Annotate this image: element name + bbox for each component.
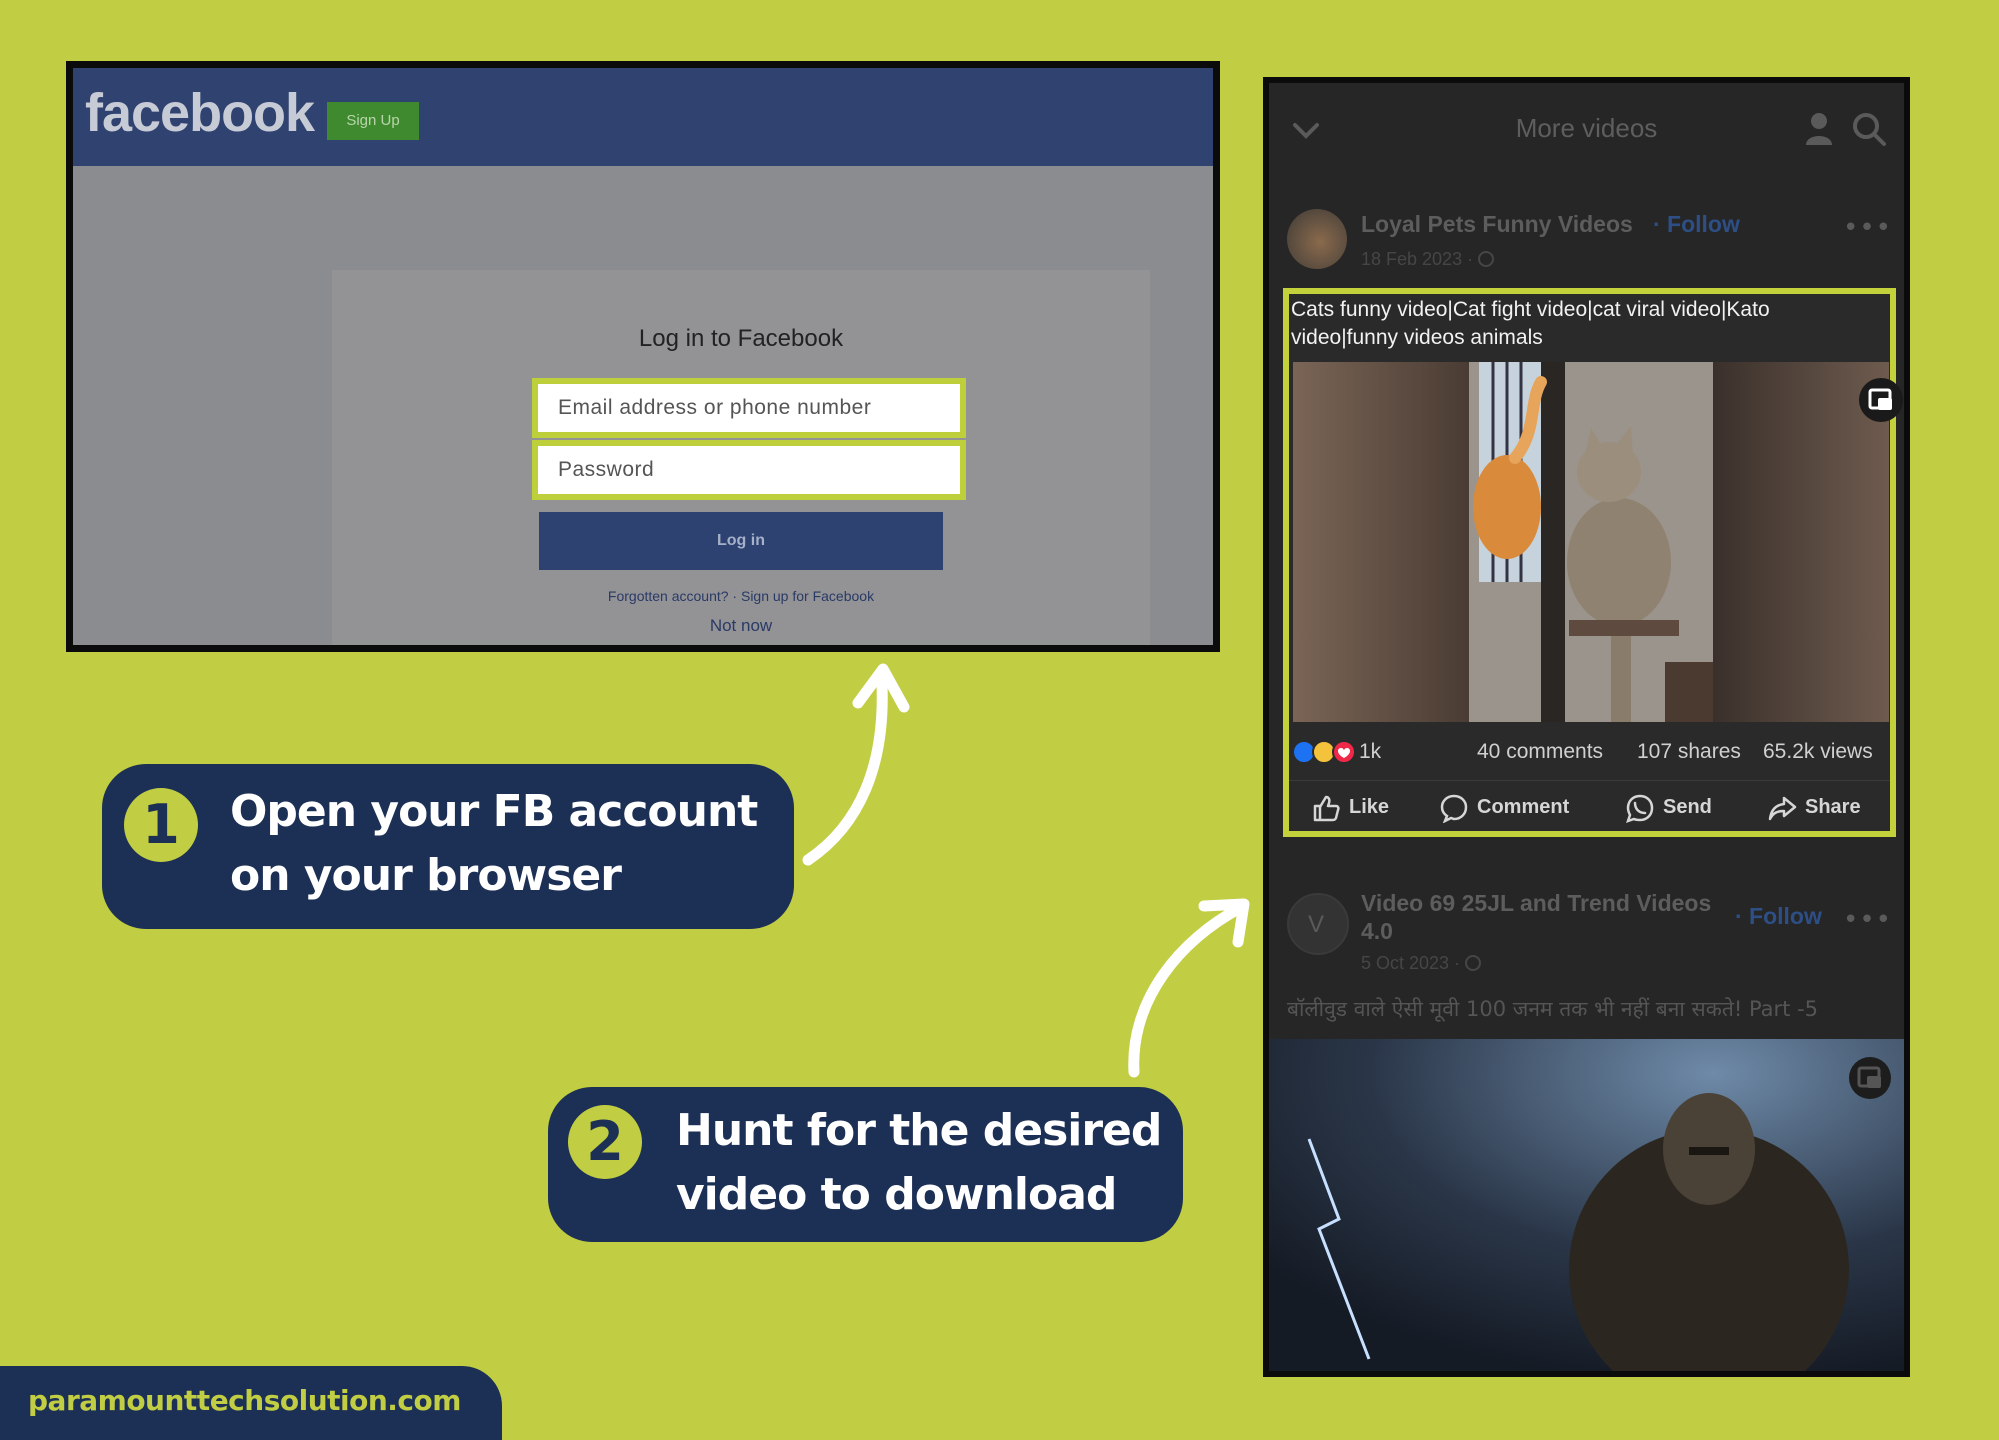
brand-site-url[interactable]: paramounttechsolution.com: [28, 1384, 461, 1417]
login-button[interactable]: Log in: [539, 512, 943, 570]
video-caption-line-1: Cats funny video|Cat fight video|cat vir…: [1291, 298, 1770, 321]
comment-label: Comment: [1477, 796, 1570, 818]
send-label: Send: [1663, 796, 1712, 818]
views-count: 65.2k views: [1763, 740, 1873, 763]
facebook-video-feed-screenshot: More videos Loyal Pets Funny Videos · Fo…: [1263, 77, 1910, 1377]
globe-icon: [1465, 955, 1482, 971]
like-button[interactable]: Like: [1311, 793, 1421, 823]
comment-bubble-icon: [1440, 794, 1468, 824]
login-card: Log in to Facebook Email address or phon…: [332, 270, 1150, 645]
facebook-header-bar: facebook Sign Up: [73, 68, 1213, 166]
post-2-date-text: 5 Oct 2023 ·: [1361, 953, 1466, 973]
post-1-page-name[interactable]: Loyal Pets Funny Videos: [1361, 211, 1633, 238]
post-2-page-name-line-1: Video 69 25JL and Trend Videos: [1361, 890, 1712, 916]
send-button[interactable]: Send: [1625, 793, 1735, 823]
post-2-caption: बॉलीवुड वाले ऐसी मूवी 100 जनम तक भी नहीं…: [1287, 997, 1819, 1021]
password-field[interactable]: Password: [532, 440, 966, 500]
email-field[interactable]: Email address or phone number: [532, 378, 966, 438]
shares-count[interactable]: 107 shares: [1637, 740, 1741, 764]
step-1-line-2: on your browser: [230, 850, 622, 901]
step-2-line-1: Hunt for the desired: [676, 1105, 1162, 1156]
facebook-login-screenshot: facebook Sign Up Log in to Facebook Emai…: [66, 61, 1220, 652]
avatar-letter: V: [1308, 911, 1325, 938]
comments-count[interactable]: 40 comments: [1477, 740, 1603, 764]
login-help-links[interactable]: Forgotten account? · Sign up for Faceboo…: [332, 588, 1150, 604]
person-icon[interactable]: [1803, 111, 1835, 147]
brand-footer: paramounttechsolution.com: [0, 1366, 502, 1440]
reaction-row: 1k 40 comments 107 shares 65.2k views: [1289, 734, 1890, 772]
post-2-page-name[interactable]: Video 69 25JL and Trend Videos 4.0: [1361, 889, 1711, 945]
facebook-logo: facebook: [85, 83, 315, 143]
avatar[interactable]: [1287, 209, 1347, 269]
post-2-page-name-line-2: 4.0: [1361, 918, 1393, 944]
not-now-link[interactable]: Not now: [332, 616, 1150, 636]
warrior-video-thumbnail[interactable]: [1269, 1039, 1904, 1377]
picture-in-picture-icon[interactable]: [1849, 1057, 1891, 1099]
highlighted-video-post[interactable]: Cats funny video|Cat fight video|cat vir…: [1283, 288, 1903, 837]
picture-in-picture-icon[interactable]: [1859, 378, 1903, 422]
like-label: Like: [1349, 796, 1390, 818]
comment-button[interactable]: Comment: [1439, 793, 1589, 824]
whatsapp-icon: [1626, 794, 1654, 823]
feed-header: More videos: [1269, 83, 1904, 178]
video-caption: Cats funny video|Cat fight video|cat vir…: [1289, 296, 1890, 352]
signup-button[interactable]: Sign Up: [327, 102, 419, 140]
post-2-header: V Video 69 25JL and Trend Videos 4.0 · F…: [1269, 883, 1904, 993]
post-2-date: 5 Oct 2023 ·: [1361, 953, 1482, 974]
video-caption-line-2: video|funny videos animals: [1291, 326, 1543, 349]
step-1-callout: 1 Open your FB account on your browser: [102, 764, 794, 929]
share-button[interactable]: Share: [1767, 793, 1887, 823]
arrow-up-icon: [802, 663, 910, 866]
step-2-line-2: video to download: [676, 1169, 1117, 1220]
step-2-text: Hunt for the desired video to download: [676, 1099, 1162, 1227]
post-1-date: 18 Feb 2023 ·: [1361, 249, 1495, 270]
post-action-row: Like Comment Send Share: [1289, 780, 1890, 832]
avatar[interactable]: V: [1287, 893, 1349, 955]
thumbs-up-icon: [1313, 795, 1340, 822]
search-icon[interactable]: [1851, 111, 1887, 147]
reaction-count: 1k: [1359, 740, 1382, 763]
share-label: Share: [1805, 796, 1861, 818]
more-options-icon[interactable]: •••: [1843, 213, 1892, 243]
post-1-date-text: 18 Feb 2023 ·: [1361, 249, 1479, 269]
step-2-callout: 2 Hunt for the desired video to download: [548, 1087, 1183, 1242]
step-1-line-1: Open your FB account: [230, 786, 758, 837]
step-1-text: Open your FB account on your browser: [230, 780, 758, 908]
arrow-up-right-icon: [1128, 898, 1250, 1078]
reaction-icons[interactable]: [1291, 738, 1361, 766]
post-1-follow-button[interactable]: · Follow: [1653, 211, 1740, 238]
step-1-number: 1: [124, 788, 198, 862]
post-1-header: Loyal Pets Funny Videos · Follow 18 Feb …: [1269, 203, 1904, 283]
share-arrow-icon: [1768, 796, 1797, 821]
post-2-follow-button[interactable]: · Follow: [1735, 903, 1822, 930]
more-options-icon[interactable]: •••: [1843, 905, 1892, 935]
globe-icon: [1478, 251, 1495, 267]
login-title: Log in to Facebook: [638, 325, 844, 352]
cat-video-thumbnail[interactable]: [1293, 362, 1889, 722]
step-2-number: 2: [568, 1105, 642, 1179]
